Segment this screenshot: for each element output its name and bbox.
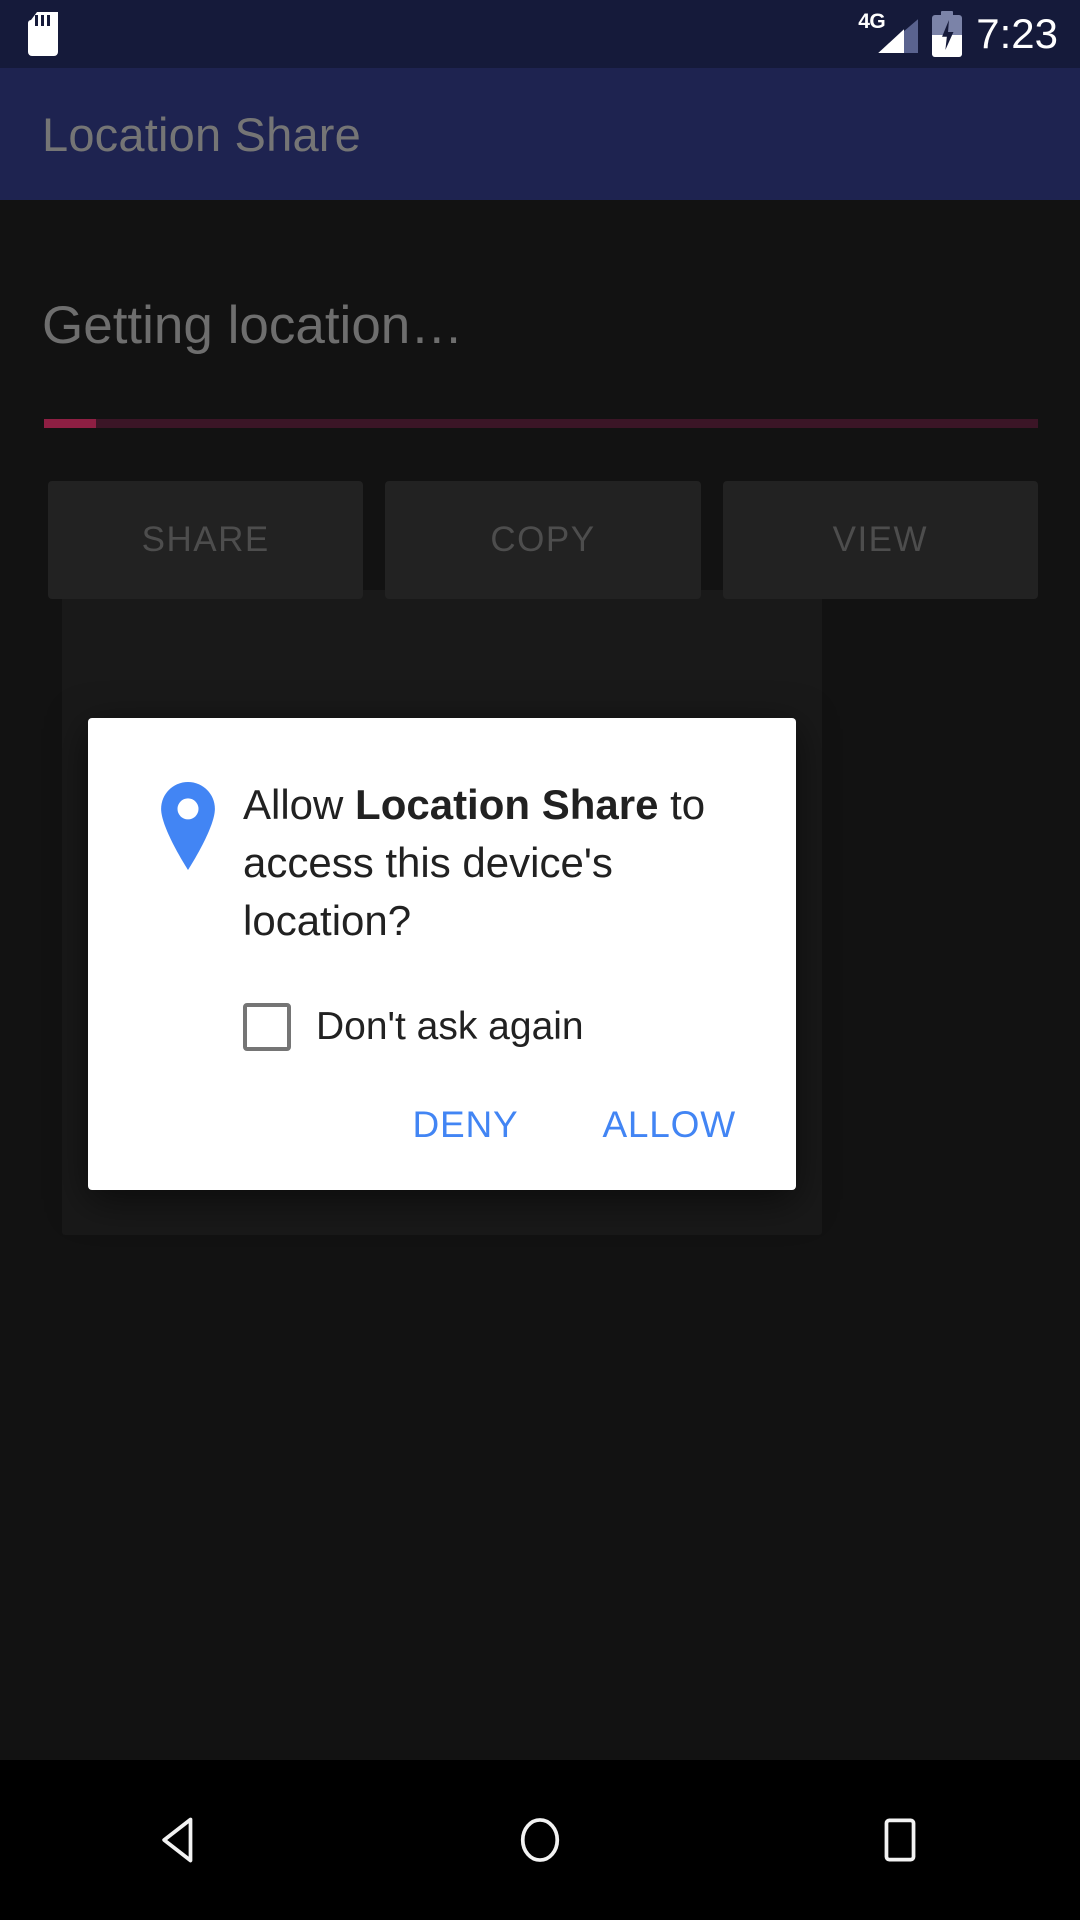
android-screen: 4G 7:23 Location Share Getting location…… xyxy=(0,0,1080,1920)
copy-button[interactable]: COPY xyxy=(385,481,701,599)
view-button[interactable]: VIEW xyxy=(722,481,1038,599)
dialog-action-row: DENY ALLOW xyxy=(390,1090,758,1160)
location-pin-icon xyxy=(158,782,218,872)
navigation-bar xyxy=(0,1760,1080,1920)
dont-ask-again-checkbox[interactable] xyxy=(243,1003,291,1051)
status-bar: 4G 7:23 xyxy=(0,0,1080,68)
allow-button[interactable]: ALLOW xyxy=(580,1090,758,1160)
deny-button[interactable]: DENY xyxy=(390,1090,540,1160)
network-type-label: 4G xyxy=(858,10,886,33)
status-bar-clock: 7:23 xyxy=(976,10,1058,57)
status-bar-left xyxy=(28,12,58,56)
status-bar-right: 4G 7:23 xyxy=(858,10,1058,57)
sd-card-icon xyxy=(28,12,58,56)
back-triangle-icon[interactable] xyxy=(0,1760,360,1920)
location-status-text: Getting location… xyxy=(42,296,464,355)
location-progress-bar xyxy=(44,419,1038,428)
dont-ask-again-label: Don't ask again xyxy=(316,1005,584,1048)
dialog-message-prefix: Allow xyxy=(243,781,356,828)
dialog-message-app-name: Location Share xyxy=(355,781,659,828)
signal-bars-icon: 4G xyxy=(858,10,919,56)
action-button-row: SHARE COPY VIEW xyxy=(48,481,1038,599)
battery-charging-icon xyxy=(932,11,963,57)
dialog-body: Allow Location Share to access this devi… xyxy=(88,718,796,950)
recents-square-icon[interactable] xyxy=(720,1760,1080,1920)
progress-bar-fill xyxy=(44,419,96,428)
location-permission-dialog: Allow Location Share to access this devi… xyxy=(88,718,796,1190)
main-content: Getting location… SHARE COPY VIEW Allow … xyxy=(0,200,1080,1760)
dont-ask-again-row[interactable]: Don't ask again xyxy=(243,1003,584,1051)
home-circle-icon[interactable] xyxy=(360,1760,720,1920)
app-title: Location Share xyxy=(42,107,361,161)
app-bar: Location Share xyxy=(0,68,1080,200)
share-button[interactable]: SHARE xyxy=(48,481,364,599)
dialog-message: Allow Location Share to access this devi… xyxy=(243,776,756,950)
